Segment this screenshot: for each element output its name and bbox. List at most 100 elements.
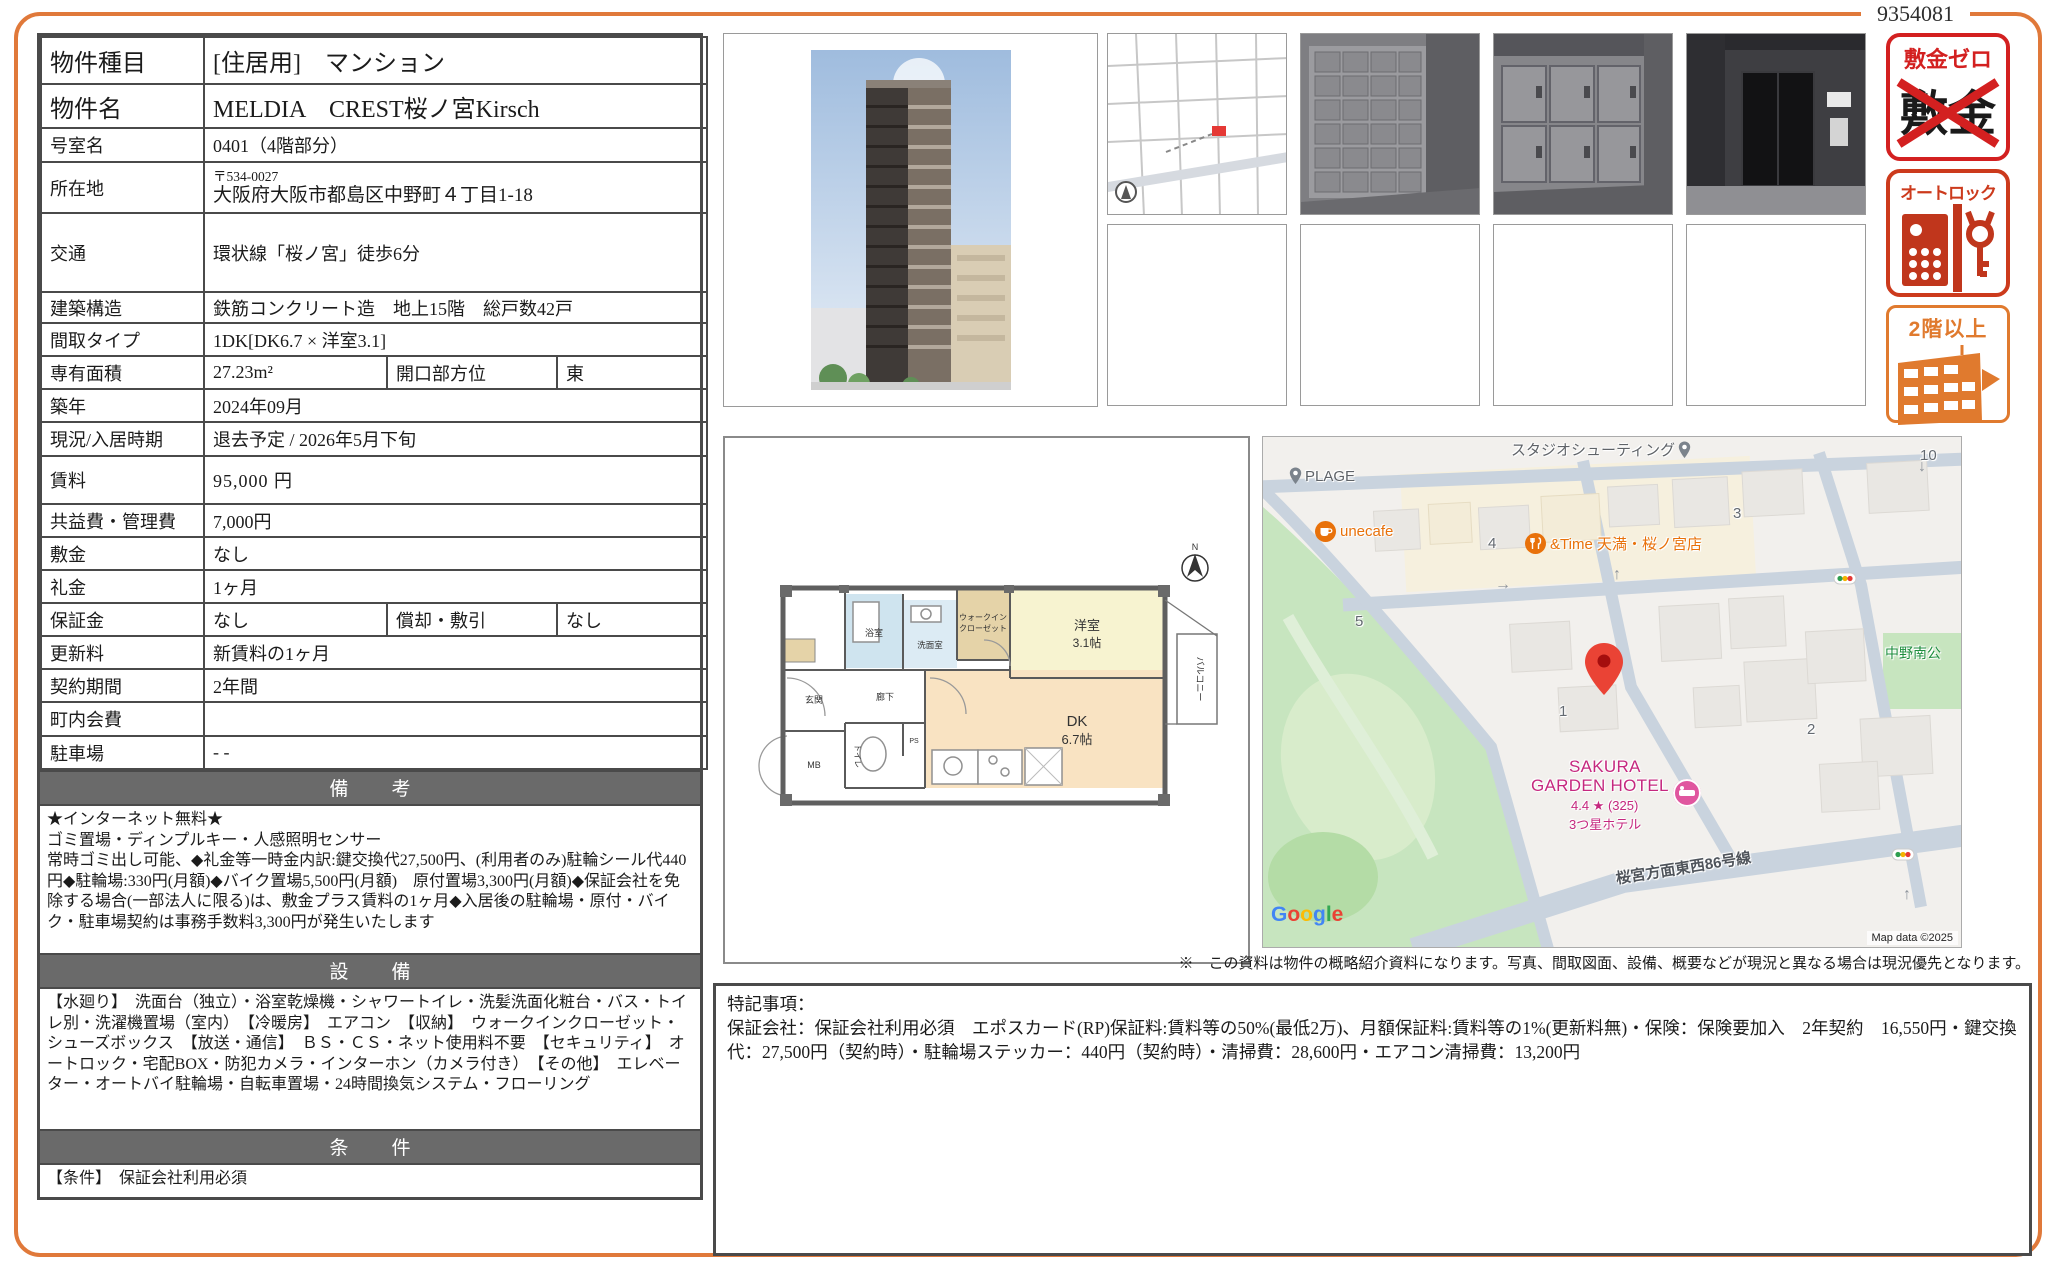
row-label: 物件種目: [41, 37, 204, 84]
row-label: 共益費・管理費: [41, 504, 204, 537]
google-logo-letter: e: [1332, 903, 1344, 926]
map-label: SAKURA: [1569, 757, 1641, 777]
table-row: 物件名MELDIA CREST桜ノ宮Kirsch: [41, 84, 707, 128]
map-label-text: Map data ©2025: [1872, 932, 1954, 944]
map-label: &Time 天満・桜ノ宮店: [1525, 533, 1702, 554]
bath-label: 浴室: [865, 627, 883, 638]
map-attribution: Map data ©2025: [1867, 931, 1959, 945]
row-value: なし: [557, 603, 707, 636]
row-label: 専有面積: [41, 356, 204, 389]
entrance-label: 玄関: [805, 694, 823, 705]
row-value: 鉄筋コンクリート造 地上15階 総戸数42戸: [204, 292, 707, 323]
map-label: 3つ星ホテル: [1569, 814, 1641, 833]
conditions-header: 条 件: [40, 1129, 700, 1165]
row-label: 町内会費: [41, 702, 204, 736]
table-row: 更新料新賃料の1ヶ月: [41, 636, 707, 669]
map-label: 10: [1920, 447, 1937, 464]
row-value: 環状線「桜ノ宮」徒歩6分: [204, 213, 707, 292]
map-label-text: 桜宮方面東西86号線: [1615, 849, 1753, 887]
row-value: 退去予定 / 2026年5月下旬: [204, 422, 707, 456]
google-map: →↑↓↑ スタジオシューティング10PLAGEunecafe4&Time 天満・…: [1262, 436, 1962, 948]
compass-icon: N: [1182, 542, 1208, 581]
svg-text:3.1帖: 3.1帖: [1073, 635, 1102, 650]
map-label: 中野南公: [1885, 643, 1941, 663]
google-logo-letter: o: [1287, 903, 1300, 926]
row-value: 7,000円: [204, 504, 707, 537]
hall-label: 廊下: [876, 691, 894, 702]
row-label: 所在地: [41, 162, 204, 213]
row-label: 建築構造: [41, 292, 204, 323]
upper-floor-building-icon: [1892, 343, 2004, 425]
row-label: 償却・敷引: [387, 603, 557, 636]
map-label: スタジオシューティング: [1511, 439, 1691, 460]
table-row: 保証金なし償却・敷引なし: [41, 603, 707, 636]
row-label: 保証金: [41, 603, 204, 636]
map-label-text: &Time 天満・桜ノ宮店: [1550, 533, 1702, 554]
equipment-text: 【水廻り】 洗面台（独立）・浴室乾燥機・シャワートイレ・洗髪洗面化粧台・バス・ト…: [40, 989, 700, 1129]
map-label: 1: [1559, 703, 1567, 720]
map-label-text: スタジオシューティング: [1511, 439, 1675, 460]
map-label-text: 中野南公: [1885, 645, 1941, 661]
badge-floor2-label: 2階以上: [1889, 313, 2007, 343]
map-label-text: 2: [1807, 721, 1815, 738]
conditions-text: 【条件】 保証会社利用必須: [40, 1165, 700, 1197]
thumb-mailboxes-photo: [1300, 33, 1480, 215]
map-label-text: unecafe: [1340, 523, 1393, 540]
row-label: 契約期間: [41, 669, 204, 702]
google-logo-letter: o: [1300, 903, 1313, 926]
row-value: 1DK[DK6.7 × 洋室3.1]: [204, 323, 707, 356]
map-labels-layer: スタジオシューティング 10 PLAGE unecafe 4&Time 天満・桜ノ宮店 3…: [1263, 437, 1961, 947]
table-row: 駐車場- -: [41, 736, 707, 769]
row-label: 間取タイプ: [41, 323, 204, 356]
table-row: 交通環状線「桜ノ宮」徒歩6分: [41, 213, 707, 292]
map-label-text: PLAGE: [1305, 468, 1355, 485]
row-label: 敷金: [41, 537, 204, 570]
empty-photo-frame: [1686, 224, 1866, 406]
special-notes-body: 保証会社：保証会社利用必須 エポスカード(RP)保証料:賃料等の50%(最低2万…: [727, 1016, 2018, 1064]
map-label-text: 3つ星ホテル: [1569, 817, 1641, 832]
row-label: 開口部方位: [387, 356, 557, 389]
table-row: 賃料95,000 円: [41, 456, 707, 504]
row-value: 2年間: [204, 669, 707, 702]
building-exterior-photo: [811, 50, 1011, 390]
remarks-text: ★インターネット無料★ ゴミ置場・ディンプルキー・人感照明センサー 常時ゴミ出し…: [40, 806, 700, 953]
postal-code: 〒534-0027: [213, 169, 698, 185]
washroom-label: 洗面室: [917, 640, 943, 650]
map-label-text: 5: [1355, 613, 1363, 630]
equipment-header: 設 備: [40, 953, 700, 989]
row-label: 物件名: [41, 84, 204, 128]
map-label-text: 4: [1488, 535, 1496, 552]
cafe-poi-icon: [1315, 521, 1336, 542]
map-label: GARDEN HOTEL: [1531, 776, 1669, 796]
special-notes-title: 特記事項：: [727, 992, 2018, 1016]
map-label: 4: [1488, 535, 1496, 552]
row-value: 95,000 円: [204, 456, 707, 504]
row-value: [204, 702, 707, 736]
row-value: 2024年09月: [204, 389, 707, 422]
table-row: 町内会費: [41, 702, 707, 736]
empty-photo-frame: [1107, 224, 1287, 406]
row-label: 交通: [41, 213, 204, 292]
thumb-entrance-photo: [1686, 33, 1866, 215]
table-row: 礼金1ヶ月: [41, 570, 707, 603]
map-place-pin-icon: [1289, 467, 1302, 485]
svg-text:N: N: [1192, 542, 1199, 552]
row-value: 新賃料の1ヶ月: [204, 636, 707, 669]
document-id: 9354081: [1861, 1, 1970, 27]
table-row: 間取タイプ1DK[DK6.7 × 洋室3.1]: [41, 323, 707, 356]
map-label-text: 10: [1920, 447, 1937, 464]
map-label: PLAGE: [1289, 467, 1355, 485]
row-value: 0401（4階部分）: [204, 128, 707, 162]
row-value: 〒534-0027大阪府大阪市都島区中野町４丁目1-18: [204, 162, 707, 213]
badge-no-deposit: 敷金ゼロ 敷金: [1886, 33, 2010, 161]
map-label-text: SAKURA: [1569, 757, 1641, 776]
empty-photo-frame: [1493, 224, 1673, 406]
map-label: 2: [1807, 721, 1815, 738]
table-row: 共益費・管理費7,000円: [41, 504, 707, 537]
table-row: 専有面積27.23m²開口部方位東: [41, 356, 707, 389]
table-row: 契約期間2年間: [41, 669, 707, 702]
address: 大阪府大阪市都島区中野町４丁目1-18: [213, 185, 698, 207]
row-label: 賃料: [41, 456, 204, 504]
map-label: 4.4 ★ (325): [1571, 798, 1638, 814]
table-row: 物件種目[住居用] マンション: [41, 37, 707, 84]
